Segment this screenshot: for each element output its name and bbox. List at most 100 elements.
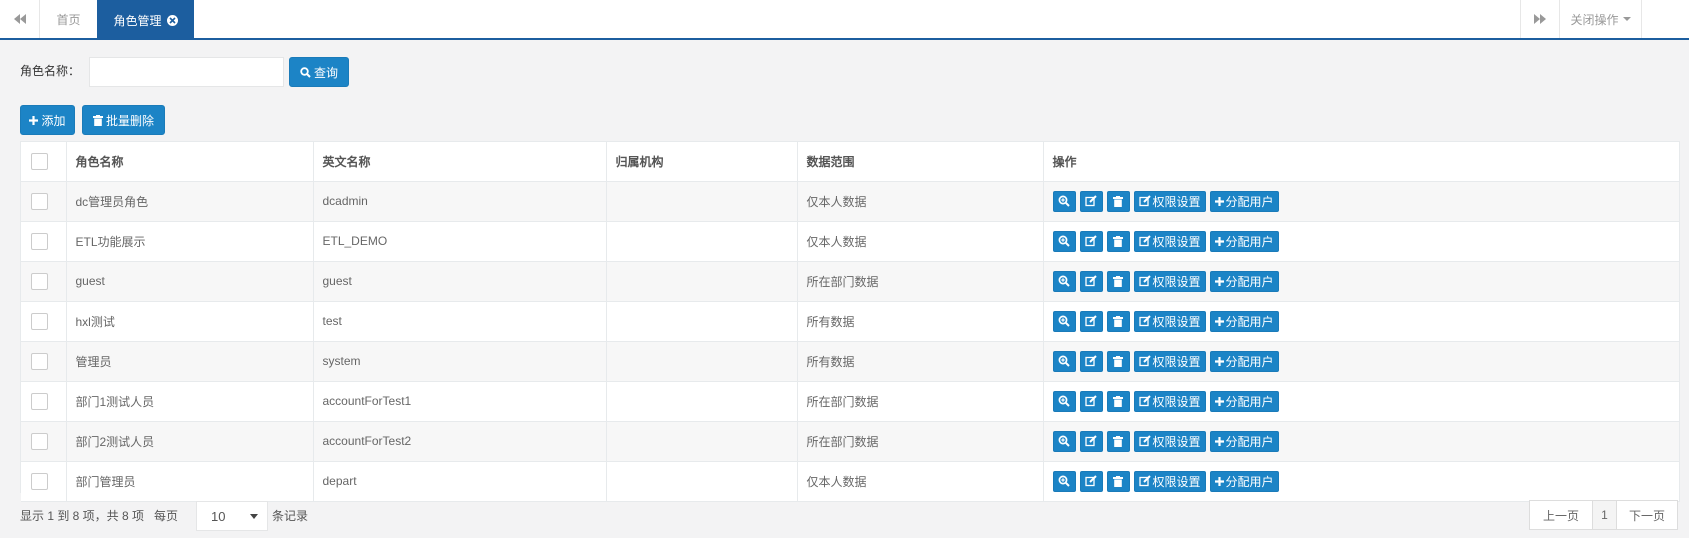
edit-button[interactable] xyxy=(1079,190,1103,212)
organization-cell xyxy=(606,221,798,262)
table-header-row: 角色名称 英文名称 归属机构 数据范围 操作 xyxy=(21,142,1680,182)
permission-settings-button[interactable]: 权限设置 xyxy=(1133,190,1206,212)
trash-icon xyxy=(1113,235,1123,247)
tab-role-management-label: 角色管理 xyxy=(113,13,162,28)
data-scope-cell: 仅本人数据 xyxy=(797,221,1044,262)
delete-button[interactable] xyxy=(1106,430,1130,452)
add-button-label: 添加 xyxy=(41,113,66,128)
assign-users-button[interactable]: 分配用户 xyxy=(1209,310,1279,332)
row-checkbox[interactable] xyxy=(31,232,48,250)
tab-home[interactable]: 首页 xyxy=(40,0,97,38)
delete-button[interactable] xyxy=(1106,470,1130,492)
edit-button[interactable] xyxy=(1079,390,1103,412)
permission-settings-label: 权限设置 xyxy=(1152,194,1201,209)
zoom-in-icon xyxy=(1058,435,1070,447)
edit-button[interactable] xyxy=(1079,270,1103,292)
view-button[interactable] xyxy=(1052,350,1076,372)
row-checkbox[interactable] xyxy=(31,312,48,330)
english-name-cell: guest xyxy=(313,261,607,302)
prev-page-button[interactable]: 上一页 xyxy=(1529,500,1593,530)
permission-settings-label: 权限设置 xyxy=(1152,274,1201,289)
plus-icon xyxy=(1214,236,1224,246)
tab-scroll-right-button[interactable] xyxy=(1520,0,1560,38)
view-button[interactable] xyxy=(1052,310,1076,332)
delete-button[interactable] xyxy=(1106,390,1130,412)
row-checkbox[interactable] xyxy=(31,432,48,450)
tab-scroll-left-button[interactable] xyxy=(0,0,40,38)
next-page-button[interactable]: 下一页 xyxy=(1616,500,1678,530)
tab-role-management[interactable]: 角色管理 xyxy=(97,0,194,40)
assign-users-label: 分配用户 xyxy=(1225,234,1274,249)
assign-users-button[interactable]: 分配用户 xyxy=(1209,390,1279,412)
assign-users-label: 分配用户 xyxy=(1225,434,1274,449)
permission-settings-button[interactable]: 权限设置 xyxy=(1133,270,1206,292)
role-name-input[interactable] xyxy=(89,57,284,87)
permission-settings-button[interactable]: 权限设置 xyxy=(1133,430,1206,452)
edit-button[interactable] xyxy=(1079,350,1103,372)
plus-icon xyxy=(1214,356,1224,366)
page-size-value: 10 xyxy=(211,508,226,524)
delete-button[interactable] xyxy=(1106,190,1130,212)
page-number-button[interactable]: 1 xyxy=(1592,500,1617,530)
assign-users-button[interactable]: 分配用户 xyxy=(1209,270,1279,292)
assign-users-button[interactable]: 分配用户 xyxy=(1209,430,1279,452)
edit-icon xyxy=(1085,195,1097,207)
table-row: ETL功能展示 ETL_DEMO 仅本人数据 权限设置 分配用户 xyxy=(21,221,1680,262)
edit-button[interactable] xyxy=(1079,310,1103,332)
assign-users-label: 分配用户 xyxy=(1225,274,1274,289)
row-checkbox[interactable] xyxy=(31,392,48,410)
close-operations-dropdown[interactable]: 关闭操作 xyxy=(1560,0,1642,38)
tab-close-icon[interactable] xyxy=(166,14,178,26)
permission-settings-button[interactable]: 权限设置 xyxy=(1133,390,1206,412)
view-button[interactable] xyxy=(1052,470,1076,492)
delete-button[interactable] xyxy=(1106,230,1130,252)
delete-button[interactable] xyxy=(1106,270,1130,292)
role-name-cell: 管理员 xyxy=(66,341,314,382)
view-button[interactable] xyxy=(1052,230,1076,252)
edit-button[interactable] xyxy=(1079,430,1103,452)
english-name-cell: ETL_DEMO xyxy=(313,221,607,262)
plus-icon xyxy=(1214,436,1224,446)
table-row: 部门1测试人员 accountForTest1 所在部门数据 权限设置 分配用户 xyxy=(21,381,1680,422)
row-checkbox[interactable] xyxy=(31,272,48,290)
edit-icon xyxy=(1138,275,1151,287)
view-button[interactable] xyxy=(1052,430,1076,452)
page-size-select[interactable]: 10 xyxy=(196,501,268,531)
permission-settings-button[interactable]: 权限设置 xyxy=(1133,470,1206,492)
search-icon xyxy=(300,66,311,78)
assign-users-button[interactable]: 分配用户 xyxy=(1209,470,1279,492)
edit-button[interactable] xyxy=(1079,470,1103,492)
view-button[interactable] xyxy=(1052,270,1076,292)
pagination-summary: 显示 1 到 8 项，共 8 项 xyxy=(20,509,145,523)
records-suffix: 条记录 xyxy=(272,509,309,523)
english-name-cell: accountForTest1 xyxy=(313,381,607,422)
search-button[interactable]: 查询 xyxy=(289,57,349,87)
delete-button[interactable] xyxy=(1106,310,1130,332)
add-button[interactable]: 添加 xyxy=(20,105,75,135)
select-all-checkbox[interactable] xyxy=(31,152,48,170)
edit-icon xyxy=(1138,475,1151,487)
select-all-cell xyxy=(21,142,67,182)
table-row: dc管理员角色 dcadmin 仅本人数据 权限设置 分配用户 xyxy=(21,181,1680,222)
zoom-in-icon xyxy=(1058,475,1070,487)
edit-button[interactable] xyxy=(1079,230,1103,252)
edit-icon xyxy=(1085,315,1097,327)
trash-icon xyxy=(1113,275,1123,287)
assign-users-button[interactable]: 分配用户 xyxy=(1209,190,1279,212)
view-button[interactable] xyxy=(1052,390,1076,412)
assign-users-button[interactable]: 分配用户 xyxy=(1209,350,1279,372)
table-row: 部门2测试人员 accountForTest2 所在部门数据 权限设置 分配用户 xyxy=(21,421,1680,462)
delete-button[interactable] xyxy=(1106,350,1130,372)
assign-users-button[interactable]: 分配用户 xyxy=(1209,230,1279,252)
view-button[interactable] xyxy=(1052,190,1076,212)
row-checkbox[interactable] xyxy=(31,352,48,370)
row-checkbox[interactable] xyxy=(31,192,48,210)
permission-settings-button[interactable]: 权限设置 xyxy=(1133,230,1206,252)
edit-icon xyxy=(1085,435,1097,447)
batch-delete-button[interactable]: 批量删除 xyxy=(82,105,165,135)
row-checkbox[interactable] xyxy=(31,472,48,490)
permission-settings-button[interactable]: 权限设置 xyxy=(1133,350,1206,372)
edit-icon xyxy=(1085,275,1097,287)
row-select-cell xyxy=(21,261,67,302)
permission-settings-button[interactable]: 权限设置 xyxy=(1133,310,1206,332)
